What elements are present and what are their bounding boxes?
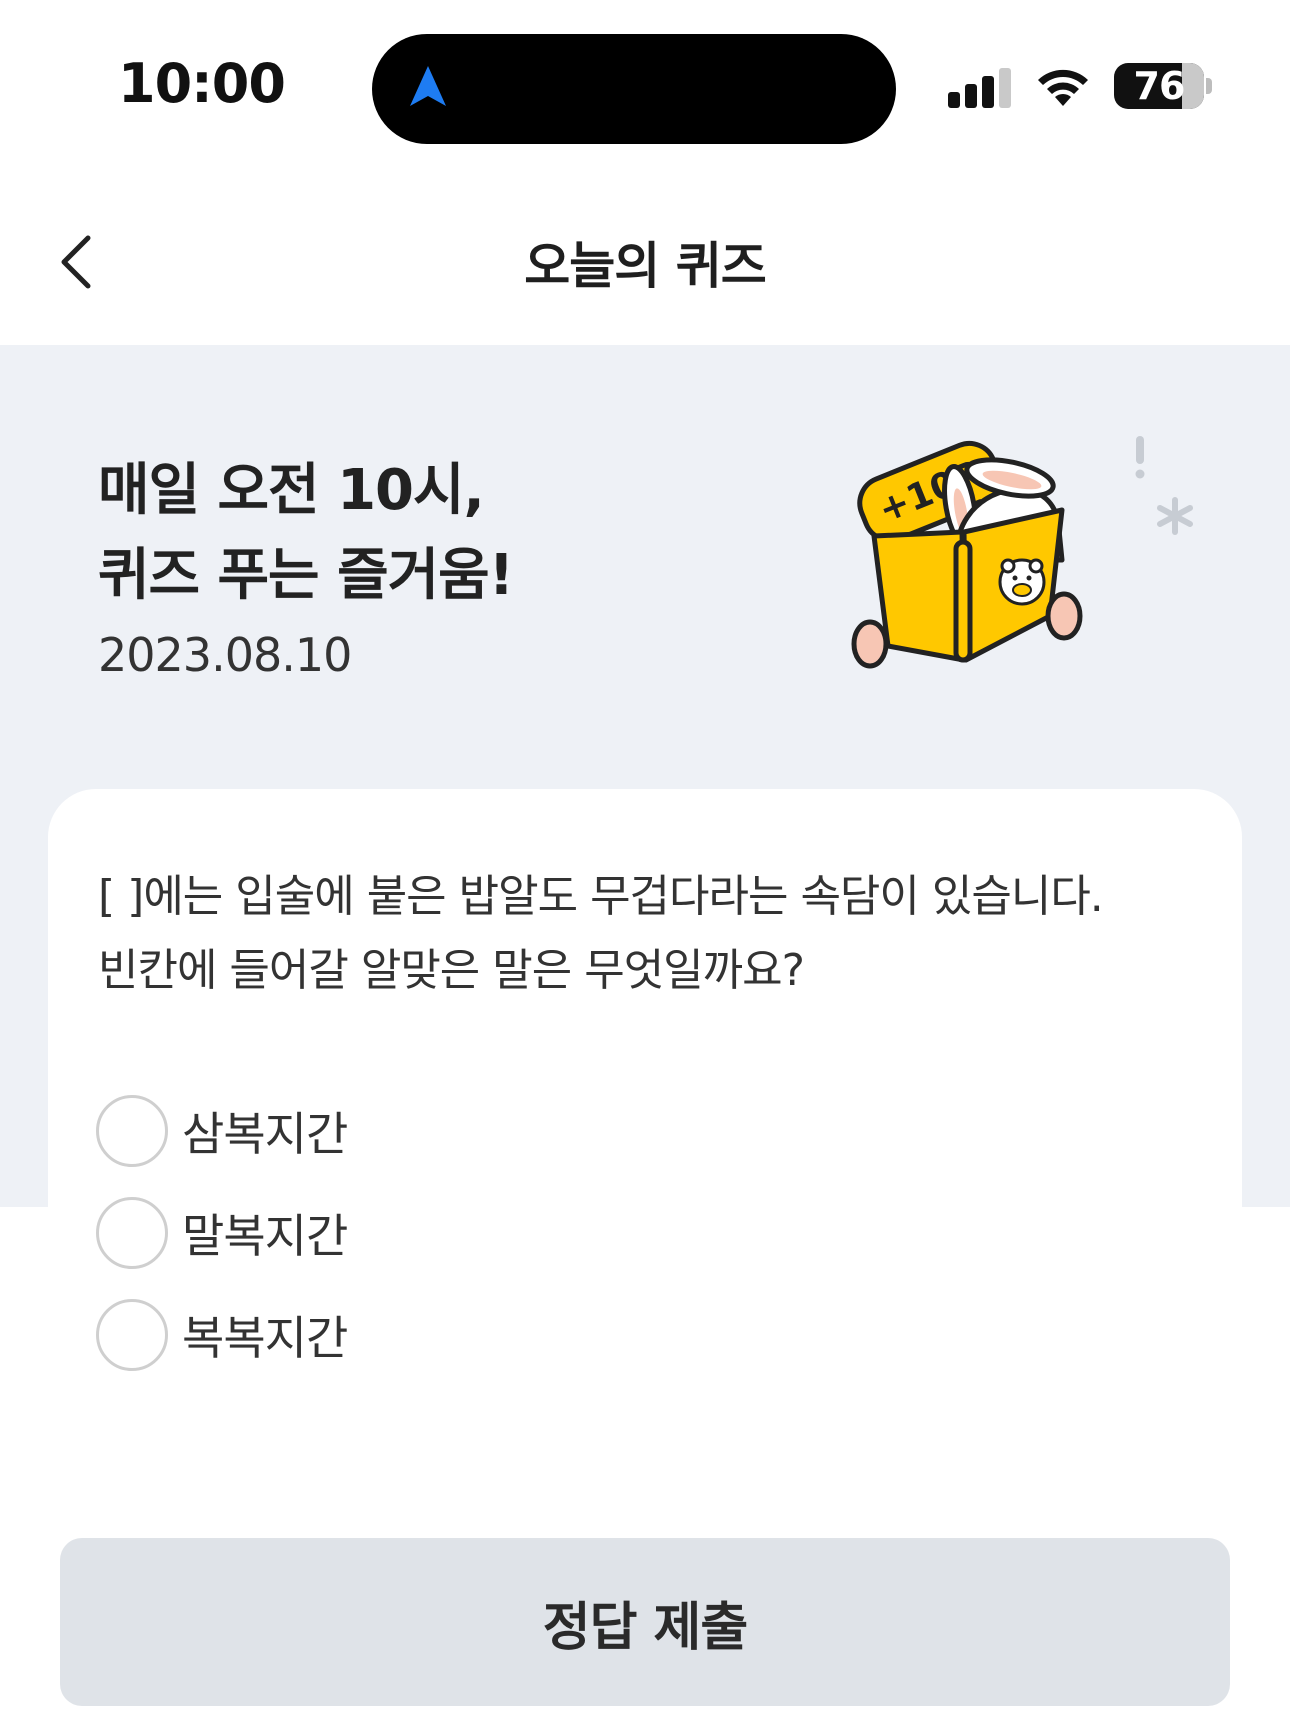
left-paw	[851, 619, 889, 669]
navigation-arrow-icon	[410, 66, 446, 106]
battery-cap	[1206, 78, 1212, 94]
radio-button-3[interactable]	[96, 1299, 168, 1371]
page-title: 오늘의 퀴즈	[524, 237, 766, 295]
battery-level: 76	[1133, 64, 1186, 108]
cellular-signal-icon	[948, 68, 1012, 108]
question-line-1: [ ]에는 입술에 붙은 밥알도 무겁다라는 속담이 있습니다.	[98, 871, 1104, 922]
option-label-1: 삼복지간	[182, 1107, 348, 1161]
right-paw	[1045, 591, 1083, 641]
answer-option-1[interactable]: 삼복지간	[96, 1094, 348, 1168]
submit-answer-button[interactable]: 정답 제출	[60, 1538, 1230, 1706]
quiz-question: [ ]에는 입술에 붙은 밥알도 무겁다라는 속담이 있습니다. 빈칸에 들어갈…	[98, 860, 1198, 1008]
wifi-icon	[1038, 69, 1088, 106]
hero-title-line-1: 매일 오전 10시,	[98, 458, 485, 523]
reading-rabbit-illustration: +10P	[851, 436, 1193, 669]
hero-title-line-2: 퀴즈 푸는 즐거움!	[98, 543, 514, 608]
battery-icon: 76	[1114, 63, 1204, 109]
asterisk-icon	[1157, 497, 1193, 535]
dynamic-island	[372, 34, 896, 144]
quiz-screen: 10:00 76 오늘의 퀴즈 매일 오전 10시, 퀴즈 푸는 즐거움! 20…	[0, 0, 1290, 1731]
option-label-2: 말복지간	[182, 1209, 348, 1263]
answer-option-2[interactable]: 말복지간	[96, 1196, 348, 1270]
question-line-2: 빈칸에 들어갈 알맞은 말은 무엇일까요?	[98, 945, 805, 996]
radio-button-1[interactable]	[96, 1095, 168, 1167]
book-icon	[871, 507, 1065, 663]
option-label-3: 복복지간	[182, 1311, 348, 1365]
hero-title: 매일 오전 10시, 퀴즈 푸는 즐거움!	[98, 448, 514, 618]
answer-option-3[interactable]: 복복지간	[96, 1298, 348, 1372]
status-time: 10:00	[118, 52, 286, 115]
radio-button-2[interactable]	[96, 1197, 168, 1269]
quiz-date: 2023.08.10	[98, 628, 352, 682]
exclamation-mark-icon	[1135, 436, 1145, 479]
